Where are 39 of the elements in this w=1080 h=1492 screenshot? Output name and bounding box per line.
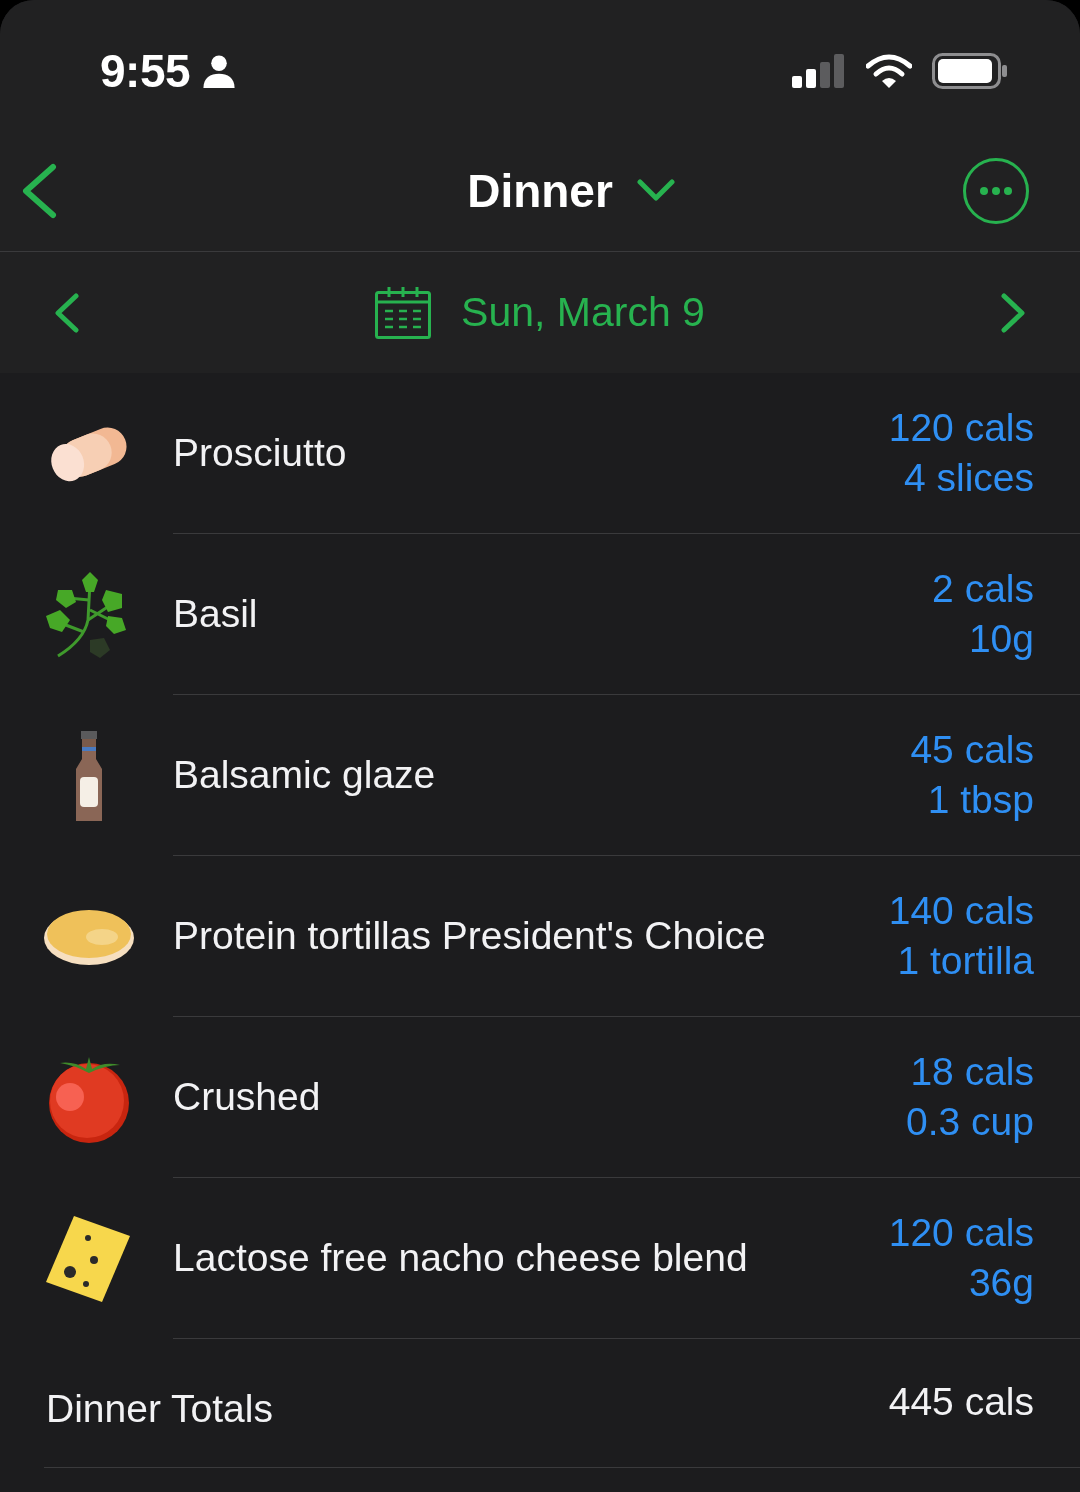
person-icon: [202, 54, 237, 88]
chevron-left-icon: [54, 292, 80, 333]
totals-calories: 445 cals: [888, 1380, 1034, 1424]
totals-label: Dinner Totals: [46, 1387, 273, 1431]
serving-text: 1 tortilla: [897, 938, 1034, 984]
back-button[interactable]: [20, 162, 58, 219]
meal-title[interactable]: Dinner: [467, 163, 613, 218]
calories-text: 140 cals: [888, 888, 1034, 934]
chevron-left-icon: [20, 162, 58, 219]
more-button[interactable]: [962, 156, 1030, 225]
food-name: Basil: [173, 592, 258, 636]
tortilla-icon: [44, 908, 134, 965]
calories-text: 120 cals: [888, 405, 1034, 451]
calories-text: 18 cals: [910, 1049, 1034, 1095]
next-day-button[interactable]: [1000, 292, 1026, 333]
previous-day-button[interactable]: [54, 292, 80, 333]
more-icon: [962, 156, 1030, 225]
battery-icon: [932, 53, 1008, 89]
wifi-icon: [866, 54, 912, 88]
calendar-icon[interactable]: [375, 286, 432, 339]
calories-text: 45 cals: [910, 727, 1034, 773]
calories-text: 2 cals: [932, 566, 1034, 612]
food-name: Prosciutto: [173, 431, 347, 475]
food-name: Balsamic glaze: [173, 753, 436, 797]
food-name: Crushed: [173, 1075, 321, 1119]
food-name: Lactose free nacho cheese blend: [173, 1236, 748, 1280]
signal-icon: [792, 54, 846, 88]
chevron-down-icon[interactable]: [636, 178, 675, 203]
chevron-right-icon: [1000, 292, 1026, 333]
serving-text: 36g: [968, 1260, 1034, 1306]
serving-text: 0.3 cup: [906, 1099, 1034, 1145]
serving-text: 1 tbsp: [927, 777, 1034, 823]
date-label[interactable]: Sun, March 9: [461, 289, 705, 336]
calories-text: 120 cals: [888, 1210, 1034, 1256]
status-time: 9:55: [100, 44, 191, 98]
food-name: Protein tortillas President's Choice: [173, 914, 766, 958]
serving-text: 4 slices: [903, 455, 1034, 501]
serving-text: 10g: [968, 616, 1034, 662]
bottle-icon: [73, 730, 105, 821]
